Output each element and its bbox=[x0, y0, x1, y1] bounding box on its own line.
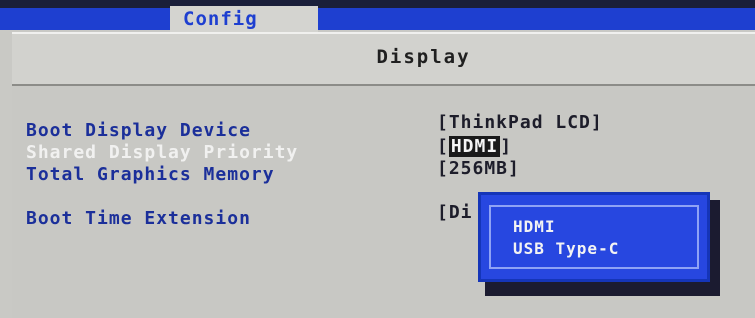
setting-label-boot-display-device[interactable]: Boot Display Device bbox=[26, 120, 251, 141]
section-header: Display bbox=[12, 32, 755, 86]
setting-label-total-graphics-memory[interactable]: Total Graphics Memory bbox=[26, 164, 275, 185]
setting-value-shared-display-priority[interactable]: [HDMI] bbox=[437, 136, 512, 157]
page-title: Display bbox=[376, 46, 471, 68]
bracket-close: ] bbox=[500, 136, 513, 157]
popup-frame: HDMI USB Type-C bbox=[489, 205, 699, 269]
setting-label-shared-display-priority[interactable]: Shared Display Priority bbox=[26, 142, 298, 163]
setting-value-total-graphics-memory[interactable]: [256MB] bbox=[437, 158, 520, 179]
popup-option-usb-type-c[interactable]: USB Type-C bbox=[513, 239, 619, 258]
selected-value-highlight[interactable]: HDMI bbox=[448, 136, 501, 157]
popup-option-hdmi[interactable]: HDMI bbox=[513, 217, 556, 236]
setting-value-boot-time-extension[interactable]: [Di bbox=[437, 202, 473, 223]
option-popup: HDMI USB Type-C bbox=[478, 192, 710, 282]
setting-label-boot-time-extension[interactable]: Boot Time Extension bbox=[26, 208, 251, 229]
top-menu-bar bbox=[0, 0, 755, 30]
top-edge bbox=[0, 0, 755, 8]
setting-value-boot-display-device[interactable]: [ThinkPad LCD] bbox=[437, 112, 603, 133]
bracket-open: [ bbox=[437, 136, 449, 157]
tab-config[interactable]: Config bbox=[170, 6, 318, 32]
